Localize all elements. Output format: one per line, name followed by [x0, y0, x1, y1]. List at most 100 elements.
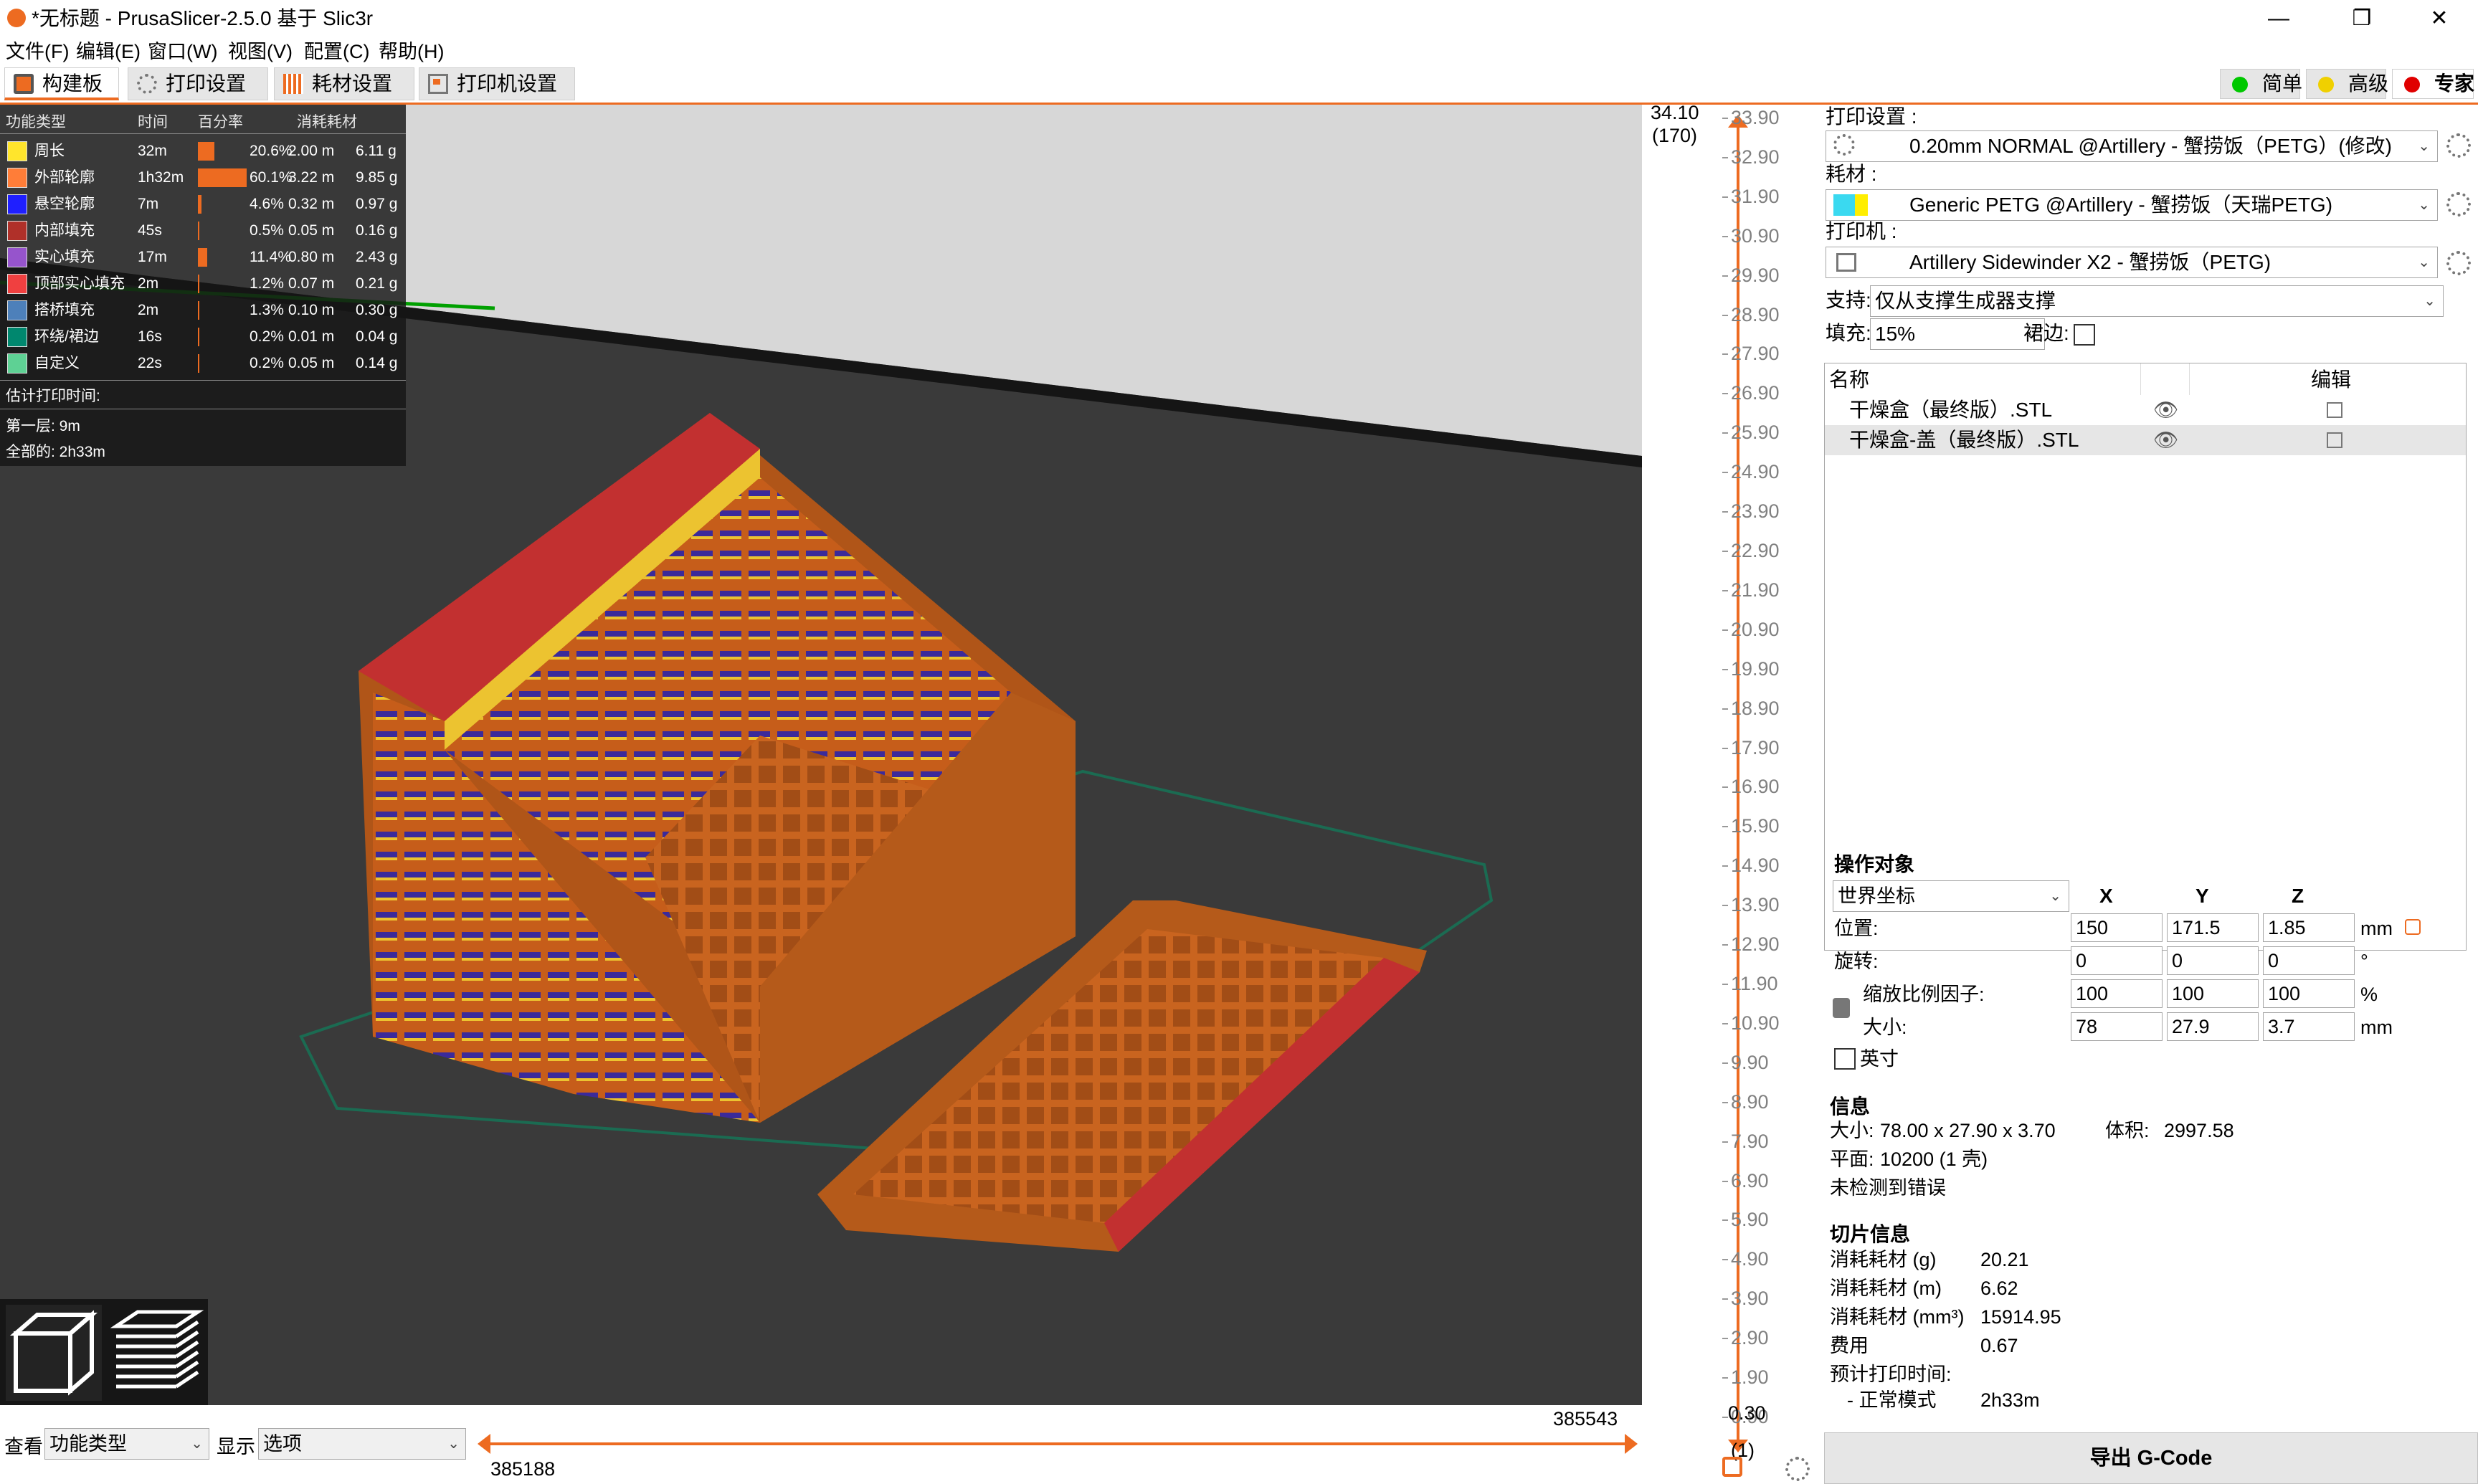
lock-scale-icon[interactable]	[1833, 998, 1850, 1018]
legend-header-percent: 百分率	[198, 114, 243, 130]
mode-simple-button[interactable]: 简单	[2220, 69, 2302, 99]
tab-printer-settings[interactable]: 打印机设置	[419, 67, 575, 100]
position-y-input[interactable]: 171.5	[2167, 913, 2259, 942]
layer-slider: 34.10 (170) 33.90 32.90 31.90 30.90 29.90 28.…	[1642, 102, 1818, 1484]
close-button[interactable]: ✕	[2403, 0, 2475, 37]
legend-row[interactable]: 内部填充 45s 0.5% 0.05 m 0.16 g	[0, 217, 406, 244]
infill-dropdown[interactable]: 15% ⌄	[1870, 318, 2045, 350]
size-unit: mm	[2360, 1017, 2393, 1038]
mode-simple-dot-icon	[2232, 77, 2248, 92]
gear-icon[interactable]	[1785, 1457, 1810, 1481]
lock-icon[interactable]	[1722, 1457, 1742, 1477]
legend-row[interactable]: 自定义 22s 0.2% 0.05 m 0.14 g	[0, 350, 406, 376]
printer-gear-icon[interactable]	[2446, 251, 2471, 275]
brim-checkbox[interactable]	[2074, 324, 2095, 346]
legend-percent: 4.6%	[250, 196, 284, 212]
layer-tick-mark	[1722, 826, 1728, 828]
mode-advanced-button[interactable]: 高级	[2306, 69, 2388, 99]
tab-plater-label: 构建板	[42, 72, 103, 95]
eye-icon[interactable]: 👁	[2153, 428, 2179, 452]
legend-feature-name: 实心填充	[34, 249, 95, 265]
menu-config[interactable]: 配置(C)	[304, 40, 369, 63]
legend-row[interactable]: 实心填充 17m 11.4% 0.80 m 2.43 g	[0, 244, 406, 270]
object-row[interactable]: 干燥盒（最终版）.STL 👁	[1825, 395, 2466, 425]
minimize-button[interactable]: —	[2243, 0, 2315, 37]
export-gcode-button[interactable]: 导出 G-Code	[1824, 1432, 2478, 1484]
menu-window[interactable]: 窗口(W)	[148, 40, 217, 63]
layer-height-tick-label: 31.90	[1731, 185, 1780, 207]
info-volume-label: 体积:	[2105, 1120, 2150, 1141]
rotation-x-input[interactable]: 0	[2071, 946, 2163, 975]
edit-object-icon[interactable]	[2327, 432, 2342, 448]
legend-weight: 2.43 g	[356, 249, 398, 265]
legend-row[interactable]: 悬空轮廓 7m 4.6% 0.32 m 0.97 g	[0, 191, 406, 217]
menu-view[interactable]: 视图(V)	[228, 40, 293, 63]
legend-weight: 9.85 g	[356, 169, 398, 186]
eye-icon[interactable]: 👁	[2153, 398, 2179, 422]
object-row-selected[interactable]: 干燥盒-盖（最终版）.STL 👁	[1825, 425, 2466, 455]
layer-height-tick-label: 25.90	[1731, 422, 1780, 444]
cube-view-icon[interactable]	[6, 1305, 102, 1401]
layer-tick-mark	[1722, 275, 1728, 277]
menu-help[interactable]: 帮助(H)	[379, 40, 444, 63]
legend-percent-bar	[198, 328, 199, 346]
print-settings-gear-icon[interactable]	[2446, 133, 2471, 158]
column-divider	[2189, 363, 2190, 395]
rotation-z-input[interactable]: 0	[2263, 946, 2355, 975]
sidebar: 打印设置 : 0.20mm NORMAL @Artillery - 蟹捞饭（PE…	[1818, 105, 2478, 1484]
legend-row[interactable]: 顶部实心填充 2m 1.2% 0.07 m 0.21 g	[0, 270, 406, 297]
legend-color-swatch	[7, 247, 27, 267]
mode-expert-dot-icon	[2404, 77, 2420, 92]
support-label: 支持:	[1826, 289, 1871, 311]
layer-tick-mark	[1722, 905, 1728, 907]
show-options-dropdown[interactable]: 选项 ⌄	[258, 1428, 466, 1460]
hslider-upper-thumb[interactable]	[1625, 1434, 1638, 1454]
title-bar: *无标题 - PrusaSlicer-2.5.0 基于 Slic3r — ❐ ✕	[0, 0, 2478, 37]
size-x-input[interactable]: 78	[2071, 1012, 2163, 1041]
legend-time: 45s	[138, 222, 162, 239]
legend-time: 17m	[138, 249, 167, 265]
position-z-input[interactable]: 1.85	[2263, 913, 2355, 942]
legend-row[interactable]: 搭桥填充 2m 1.3% 0.10 m 0.30 g	[0, 297, 406, 323]
layer-tick-mark	[1722, 668, 1728, 670]
legend-row[interactable]: 外部轮廓 1h32m 60.1% 3.22 m 9.85 g	[0, 164, 406, 191]
legend-row[interactable]: 周长 32m 20.6% 2.00 m 6.11 g	[0, 138, 406, 164]
inches-checkbox[interactable]	[1834, 1048, 1856, 1070]
size-z-input[interactable]: 3.7	[2263, 1012, 2355, 1041]
rotation-y-input[interactable]: 0	[2167, 946, 2259, 975]
support-dropdown[interactable]: 仅从支撑生成器支撑 ⌄	[1870, 285, 2444, 317]
view-type-dropdown[interactable]: 功能类型 ⌄	[44, 1428, 209, 1460]
layer-tick-mark	[1722, 984, 1728, 985]
hslider-lower-thumb[interactable]	[478, 1434, 490, 1454]
tab-print-settings[interactable]: 打印设置	[128, 67, 268, 100]
tab-printer-settings-label: 打印机设置	[457, 72, 558, 95]
restore-button[interactable]: ❐	[2326, 0, 2398, 37]
slice-info-value: 0.67	[1980, 1335, 2018, 1356]
filament-dropdown[interactable]: Generic PETG @Artillery - 蟹捞饭（天瑞PETG) ⌄	[1826, 189, 2438, 221]
menu-file[interactable]: 文件(F)	[6, 40, 69, 63]
layer-tick-mark	[1722, 511, 1728, 513]
size-y-input[interactable]: 27.9	[2167, 1012, 2259, 1041]
legend-header-used: 消耗耗材	[297, 114, 357, 130]
print-settings-dropdown[interactable]: 0.20mm NORMAL @Artillery - 蟹捞饭（PETG）(修改)…	[1826, 130, 2438, 162]
layers-view-icon[interactable]	[109, 1305, 205, 1401]
tab-plater[interactable]: 构建板	[4, 67, 119, 100]
scale-y-input[interactable]: 100	[2167, 979, 2259, 1008]
legend-row[interactable]: 环绕/裙边 16s 0.2% 0.01 m 0.04 g	[0, 323, 406, 350]
horizontal-slider-track[interactable]	[485, 1442, 1630, 1445]
mode-expert-button[interactable]: 专家	[2392, 69, 2474, 99]
menu-edit[interactable]: 编辑(E)	[76, 40, 141, 63]
legend-time: 22s	[138, 355, 162, 371]
position-x-input[interactable]: 150	[2071, 913, 2163, 942]
filament-gear-icon[interactable]	[2446, 192, 2471, 217]
layer-height-tick-label: 18.90	[1731, 697, 1780, 719]
mode-expert-label: 专家	[2434, 72, 2475, 95]
coordinate-system-dropdown[interactable]: 世界坐标 ⌄	[1833, 880, 2069, 912]
edit-object-icon[interactable]	[2327, 402, 2342, 418]
legend-length: 0.32 m	[288, 196, 335, 212]
scale-x-input[interactable]: 100	[2071, 979, 2163, 1008]
drop-to-bed-icon[interactable]	[2405, 919, 2421, 935]
printer-dropdown[interactable]: Artillery Sidewinder X2 - 蟹捞饭（PETG) ⌄	[1826, 247, 2438, 278]
tab-filament-settings[interactable]: 耗材设置	[274, 67, 414, 100]
scale-z-input[interactable]: 100	[2263, 979, 2355, 1008]
